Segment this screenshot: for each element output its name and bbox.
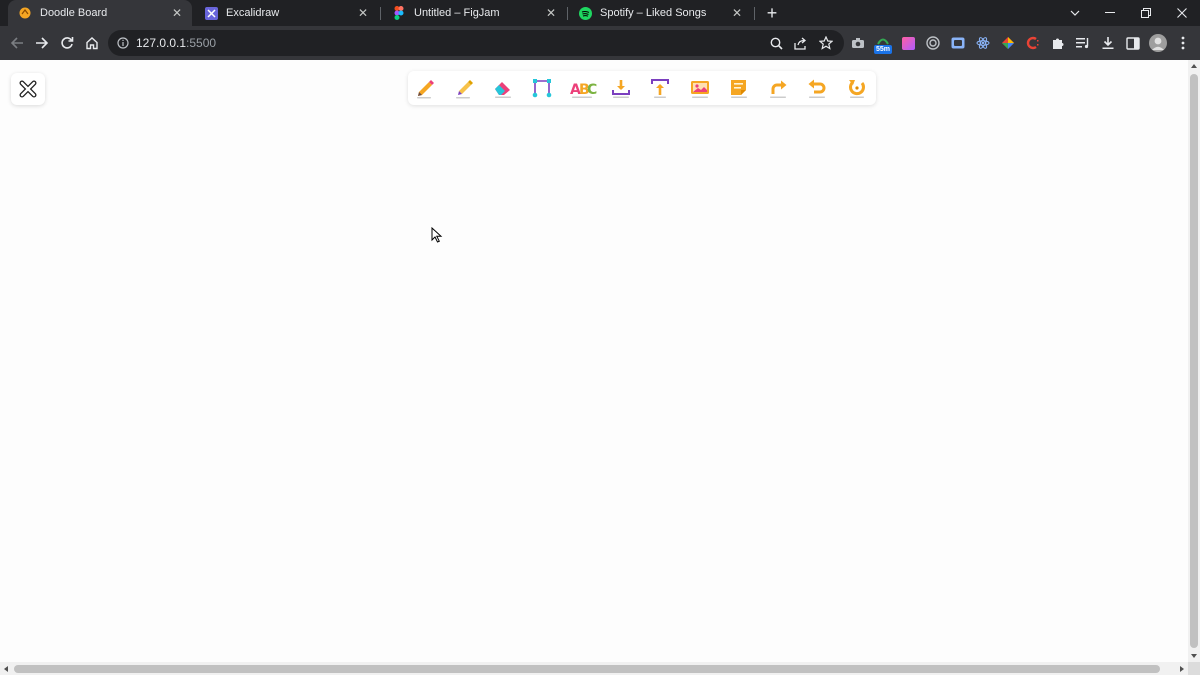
image-icon bbox=[691, 81, 709, 98]
window-extension-icon[interactable] bbox=[949, 34, 967, 52]
tab-title: Spotify – Liked Songs bbox=[600, 7, 707, 19]
redo-icon bbox=[770, 80, 787, 98]
browser-tab-strip: Doodle Board ✕ Excalidraw ✕ Untitled – F… bbox=[0, 0, 1200, 26]
browser-toolbar: 127.0.0.1:5500 55m bbox=[0, 26, 1200, 60]
tab-title: Doodle Board bbox=[40, 7, 108, 19]
upload-icon bbox=[651, 79, 669, 98]
tab-title: Untitled – FigJam bbox=[414, 7, 500, 19]
drawing-canvas[interactable]: A B C bbox=[0, 60, 1188, 662]
svg-text:C: C bbox=[587, 82, 597, 98]
home-icon[interactable] bbox=[80, 31, 104, 55]
spotify-favicon bbox=[578, 6, 592, 20]
url-port: :5500 bbox=[186, 36, 217, 50]
pencil-tool[interactable] bbox=[412, 75, 438, 101]
vertical-scroll-thumb[interactable] bbox=[1190, 74, 1198, 648]
abc-text-icon: A B C bbox=[570, 82, 597, 98]
excalidraw-favicon bbox=[204, 6, 218, 20]
zoom-icon[interactable] bbox=[768, 35, 784, 51]
reset-tool[interactable] bbox=[844, 75, 870, 101]
site-info-icon[interactable] bbox=[117, 36, 129, 54]
vertical-scrollbar[interactable] bbox=[1188, 60, 1200, 662]
url-host: 127.0.0.1 bbox=[136, 36, 187, 50]
horizontal-scrollbar[interactable] bbox=[0, 662, 1188, 675]
extension-badge: 55m bbox=[874, 45, 893, 54]
tab-search-icon[interactable] bbox=[1058, 0, 1092, 26]
undo-tool[interactable] bbox=[804, 75, 830, 101]
tab-excalidraw[interactable]: Excalidraw ✕ bbox=[194, 0, 378, 26]
text-tool[interactable]: A B C bbox=[568, 75, 598, 101]
minimize-icon[interactable] bbox=[1093, 0, 1127, 26]
horizontal-scroll-thumb[interactable] bbox=[14, 665, 1160, 673]
figma-favicon bbox=[392, 6, 406, 20]
reload-icon[interactable] bbox=[55, 31, 79, 55]
color-extension-icon[interactable] bbox=[899, 34, 917, 52]
screenshot-extension-icon[interactable] bbox=[849, 34, 867, 52]
css-extension-icon[interactable] bbox=[1024, 34, 1042, 52]
extensions-puzzle-icon[interactable] bbox=[1049, 34, 1067, 52]
close-icon[interactable]: ✕ bbox=[170, 6, 184, 20]
upload-tool[interactable] bbox=[647, 75, 673, 101]
redo-tool[interactable] bbox=[765, 75, 791, 101]
doodle-board-favicon bbox=[18, 6, 32, 20]
bookmark-star-icon[interactable] bbox=[818, 35, 834, 51]
downloads-icon[interactable] bbox=[1099, 34, 1117, 52]
more-menu-icon[interactable] bbox=[1174, 34, 1192, 52]
mouse-cursor-icon bbox=[431, 227, 443, 243]
new-tab-button[interactable]: + bbox=[762, 3, 782, 23]
media-controls-icon[interactable] bbox=[1074, 34, 1092, 52]
tab-figjam[interactable]: Untitled – FigJam ✕ bbox=[382, 0, 566, 26]
highlighter-tool[interactable] bbox=[451, 75, 477, 101]
image-tool[interactable] bbox=[687, 75, 713, 101]
restore-icon[interactable] bbox=[1129, 0, 1163, 26]
profile-avatar[interactable] bbox=[1149, 34, 1167, 52]
target-extension-icon[interactable] bbox=[924, 34, 942, 52]
side-panel-icon[interactable] bbox=[1124, 34, 1142, 52]
bezier-shape-icon bbox=[532, 79, 552, 98]
highlighter-icon bbox=[456, 80, 473, 99]
sticky-note-icon bbox=[731, 80, 747, 98]
tab-spotify[interactable]: Spotify – Liked Songs ✕ bbox=[568, 0, 752, 26]
tab-doodle-board[interactable]: Doodle Board ✕ bbox=[8, 0, 192, 26]
close-window-icon[interactable] bbox=[1165, 0, 1199, 26]
menu-button[interactable] bbox=[11, 73, 45, 105]
undo-icon bbox=[808, 79, 826, 98]
close-icon[interactable]: ✕ bbox=[730, 6, 744, 20]
sticky-note-tool[interactable] bbox=[726, 75, 752, 101]
download-tool[interactable] bbox=[608, 75, 634, 101]
address-bar[interactable]: 127.0.0.1:5500 bbox=[108, 30, 844, 56]
colorzilla-icon[interactable] bbox=[999, 34, 1017, 52]
back-icon[interactable] bbox=[5, 31, 29, 55]
share-icon[interactable] bbox=[793, 35, 809, 51]
eraser-icon bbox=[495, 82, 511, 98]
close-icon[interactable]: ✕ bbox=[544, 6, 558, 20]
scrollbar-corner bbox=[1188, 662, 1200, 675]
react-devtools-icon[interactable] bbox=[974, 34, 992, 52]
close-icon bbox=[19, 80, 37, 98]
pencil-icon bbox=[417, 80, 434, 99]
drawing-toolbar: A B C bbox=[408, 71, 876, 105]
tab-title: Excalidraw bbox=[226, 7, 280, 19]
forward-icon[interactable] bbox=[30, 31, 54, 55]
url-text: 127.0.0.1:5500 bbox=[136, 36, 216, 50]
download-icon bbox=[612, 80, 630, 98]
close-icon[interactable]: ✕ bbox=[356, 6, 370, 20]
eraser-tool[interactable] bbox=[490, 75, 516, 101]
reset-icon bbox=[849, 80, 865, 98]
shapes-tool[interactable] bbox=[529, 75, 555, 101]
